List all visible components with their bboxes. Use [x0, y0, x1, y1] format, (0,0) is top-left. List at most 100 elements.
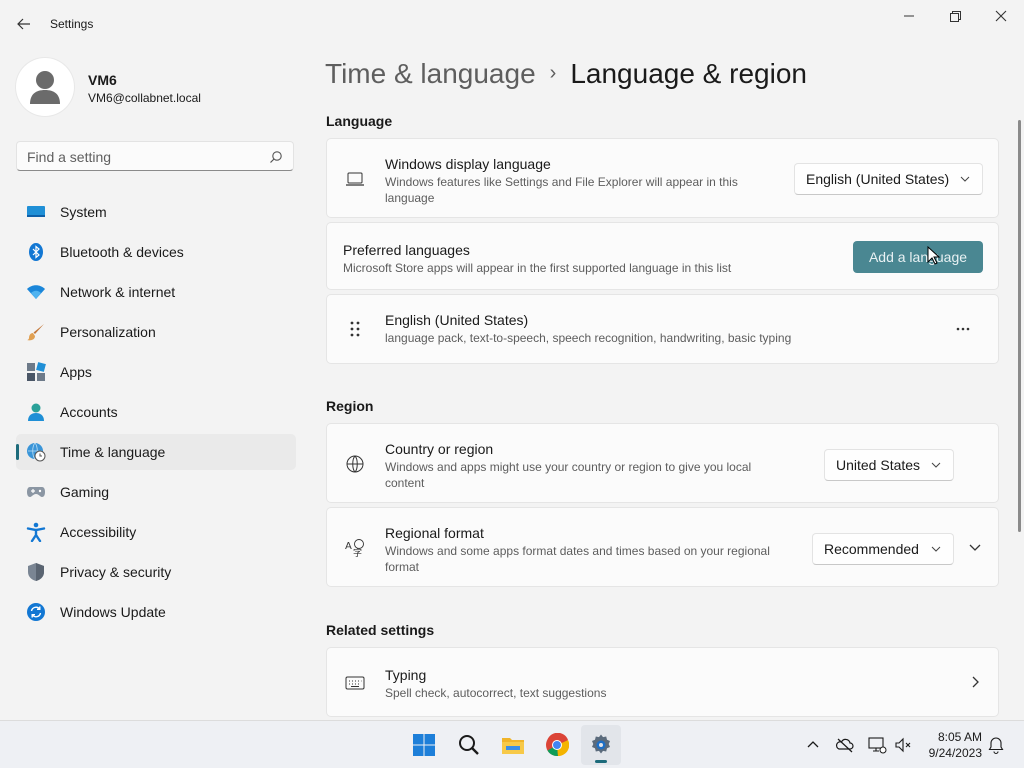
onedrive-icon[interactable]	[835, 735, 855, 755]
expand-button[interactable]	[963, 538, 987, 558]
file-explorer-button[interactable]	[493, 725, 533, 765]
globe-icon	[346, 455, 364, 473]
language-list-item[interactable]: English (United States) language pack, t…	[326, 294, 999, 364]
maximize-button[interactable]	[943, 6, 967, 28]
file-explorer-icon	[502, 738, 524, 754]
network-icon[interactable]	[867, 735, 887, 755]
shield-icon	[28, 563, 44, 581]
sidebar-item-personalization[interactable]: Personalization	[16, 314, 296, 350]
display-language-dropdown[interactable]: English (United States)	[794, 163, 983, 195]
system-icon	[27, 206, 45, 217]
display-language-card: Windows display language Windows feature…	[326, 138, 999, 218]
sidebar-item-label: Personalization	[60, 324, 156, 340]
chevron-up-icon[interactable]	[803, 735, 823, 755]
sidebar-item-accessibility[interactable]: Accessibility	[16, 514, 296, 550]
sidebar-item-label: Bluetooth & devices	[60, 244, 184, 260]
installed-language-title: English (United States)	[385, 312, 529, 328]
display-language-description: Windows features like Settings and File …	[385, 175, 738, 205]
apps-icon	[27, 362, 46, 381]
sidebar-item-system[interactable]: System	[16, 194, 296, 230]
clock-date[interactable]: 9/24/2023	[910, 746, 982, 760]
avatar	[16, 58, 74, 116]
chevron-right-icon	[972, 676, 979, 688]
sidebar-nav: System Bluetooth & devices Network & int…	[16, 194, 296, 634]
chrome-icon	[546, 733, 569, 757]
country-region-card: Country or region Windows and apps might…	[326, 423, 999, 503]
chevron-down-icon	[969, 544, 981, 551]
sidebar-item-label: System	[60, 204, 107, 220]
clock-time[interactable]: 8:05 AM	[918, 730, 982, 744]
sidebar-item-windows-update[interactable]: Windows Update	[16, 594, 296, 630]
taskbar-search-button[interactable]	[449, 725, 489, 765]
page-title: Language & region	[570, 58, 807, 89]
country-region-dropdown[interactable]: United States	[824, 449, 954, 481]
taskbar	[0, 720, 1024, 768]
breadcrumb: Time & language › Language & region	[325, 58, 807, 90]
user-email: VM6@collabnet.local	[88, 91, 201, 105]
update-icon	[27, 603, 45, 621]
notification-icon[interactable]	[986, 735, 1006, 755]
time-language-icon	[27, 442, 46, 462]
search-box[interactable]	[16, 141, 294, 171]
add-language-button[interactable]: Add a language	[853, 241, 983, 273]
country-region-description: Windows and apps might use your country …	[385, 460, 752, 490]
search-icon	[459, 735, 479, 755]
minimize-icon	[904, 15, 914, 17]
typing-title: Typing	[385, 667, 427, 683]
chrome-button[interactable]	[537, 725, 577, 765]
back-button[interactable]	[12, 12, 36, 36]
sidebar-item-label: Network & internet	[60, 284, 176, 300]
user-profile[interactable]: VM6 VM6@collabnet.local	[16, 56, 296, 120]
scrollbar[interactable]	[1018, 120, 1021, 532]
search-icon	[270, 151, 282, 163]
windows-start-icon	[413, 734, 435, 756]
active-app-indicator	[595, 760, 607, 763]
sidebar-item-label: Apps	[60, 364, 92, 380]
regional-format-description: Windows and some apps format dates and t…	[385, 544, 770, 574]
sidebar-item-network[interactable]: Network & internet	[16, 274, 296, 310]
sidebar-item-time-language[interactable]: Time & language	[16, 434, 296, 470]
typing-description: Spell check, autocorrect, text suggestio…	[385, 686, 607, 700]
preferred-languages-card: Preferred languages Microsoft Store apps…	[326, 222, 999, 290]
breadcrumb-separator: ›	[549, 62, 557, 84]
regional-format-dropdown[interactable]: Recommended	[812, 533, 954, 565]
start-button[interactable]	[404, 725, 444, 765]
country-region-title: Country or region	[385, 441, 494, 457]
user-name: VM6	[88, 72, 117, 88]
sidebar-item-label: Windows Update	[60, 604, 166, 620]
close-button[interactable]	[989, 6, 1013, 28]
settings-taskbar-button[interactable]	[581, 725, 621, 765]
wifi-icon	[27, 285, 45, 299]
sidebar-item-apps[interactable]: Apps	[16, 354, 296, 390]
laptop-icon	[346, 172, 364, 186]
sidebar-item-gaming[interactable]: Gaming	[16, 474, 296, 510]
minimize-button[interactable]	[897, 6, 921, 28]
back-arrow-icon	[17, 18, 30, 30]
brush-icon	[27, 324, 44, 341]
sidebar-item-privacy[interactable]: Privacy & security	[16, 554, 296, 590]
dropdown-value: Recommended	[824, 541, 919, 557]
title-bar: Settings	[0, 0, 1024, 48]
drag-handle-icon[interactable]	[345, 320, 365, 340]
user-icon	[30, 71, 60, 104]
chevron-down-icon	[931, 462, 941, 468]
language-section-title: Language	[326, 113, 393, 129]
sidebar-item-label: Time & language	[60, 444, 166, 460]
typing-settings-link[interactable]: Typing Spell check, autocorrect, text su…	[326, 647, 999, 717]
sidebar-item-accounts[interactable]: Accounts	[16, 394, 296, 430]
regional-format-icon: A字	[345, 539, 364, 558]
close-icon	[995, 10, 1007, 22]
restore-icon	[950, 11, 961, 22]
sidebar-item-bluetooth[interactable]: Bluetooth & devices	[16, 234, 296, 270]
region-section-title: Region	[326, 398, 374, 414]
sidebar-item-label: Privacy & security	[60, 564, 172, 580]
mouse-cursor-icon	[927, 246, 941, 265]
search-input[interactable]	[27, 149, 257, 165]
gamepad-icon	[27, 487, 45, 497]
breadcrumb-parent[interactable]: Time & language	[325, 58, 536, 89]
sidebar-item-label: Accounts	[60, 404, 118, 420]
regional-format-card: A字 Regional format Windows and some apps…	[326, 507, 999, 587]
more-options-button[interactable]	[949, 317, 977, 341]
sidebar-item-label: Accessibility	[60, 524, 137, 540]
installed-language-description: language pack, text-to-speech, speech re…	[385, 331, 792, 345]
